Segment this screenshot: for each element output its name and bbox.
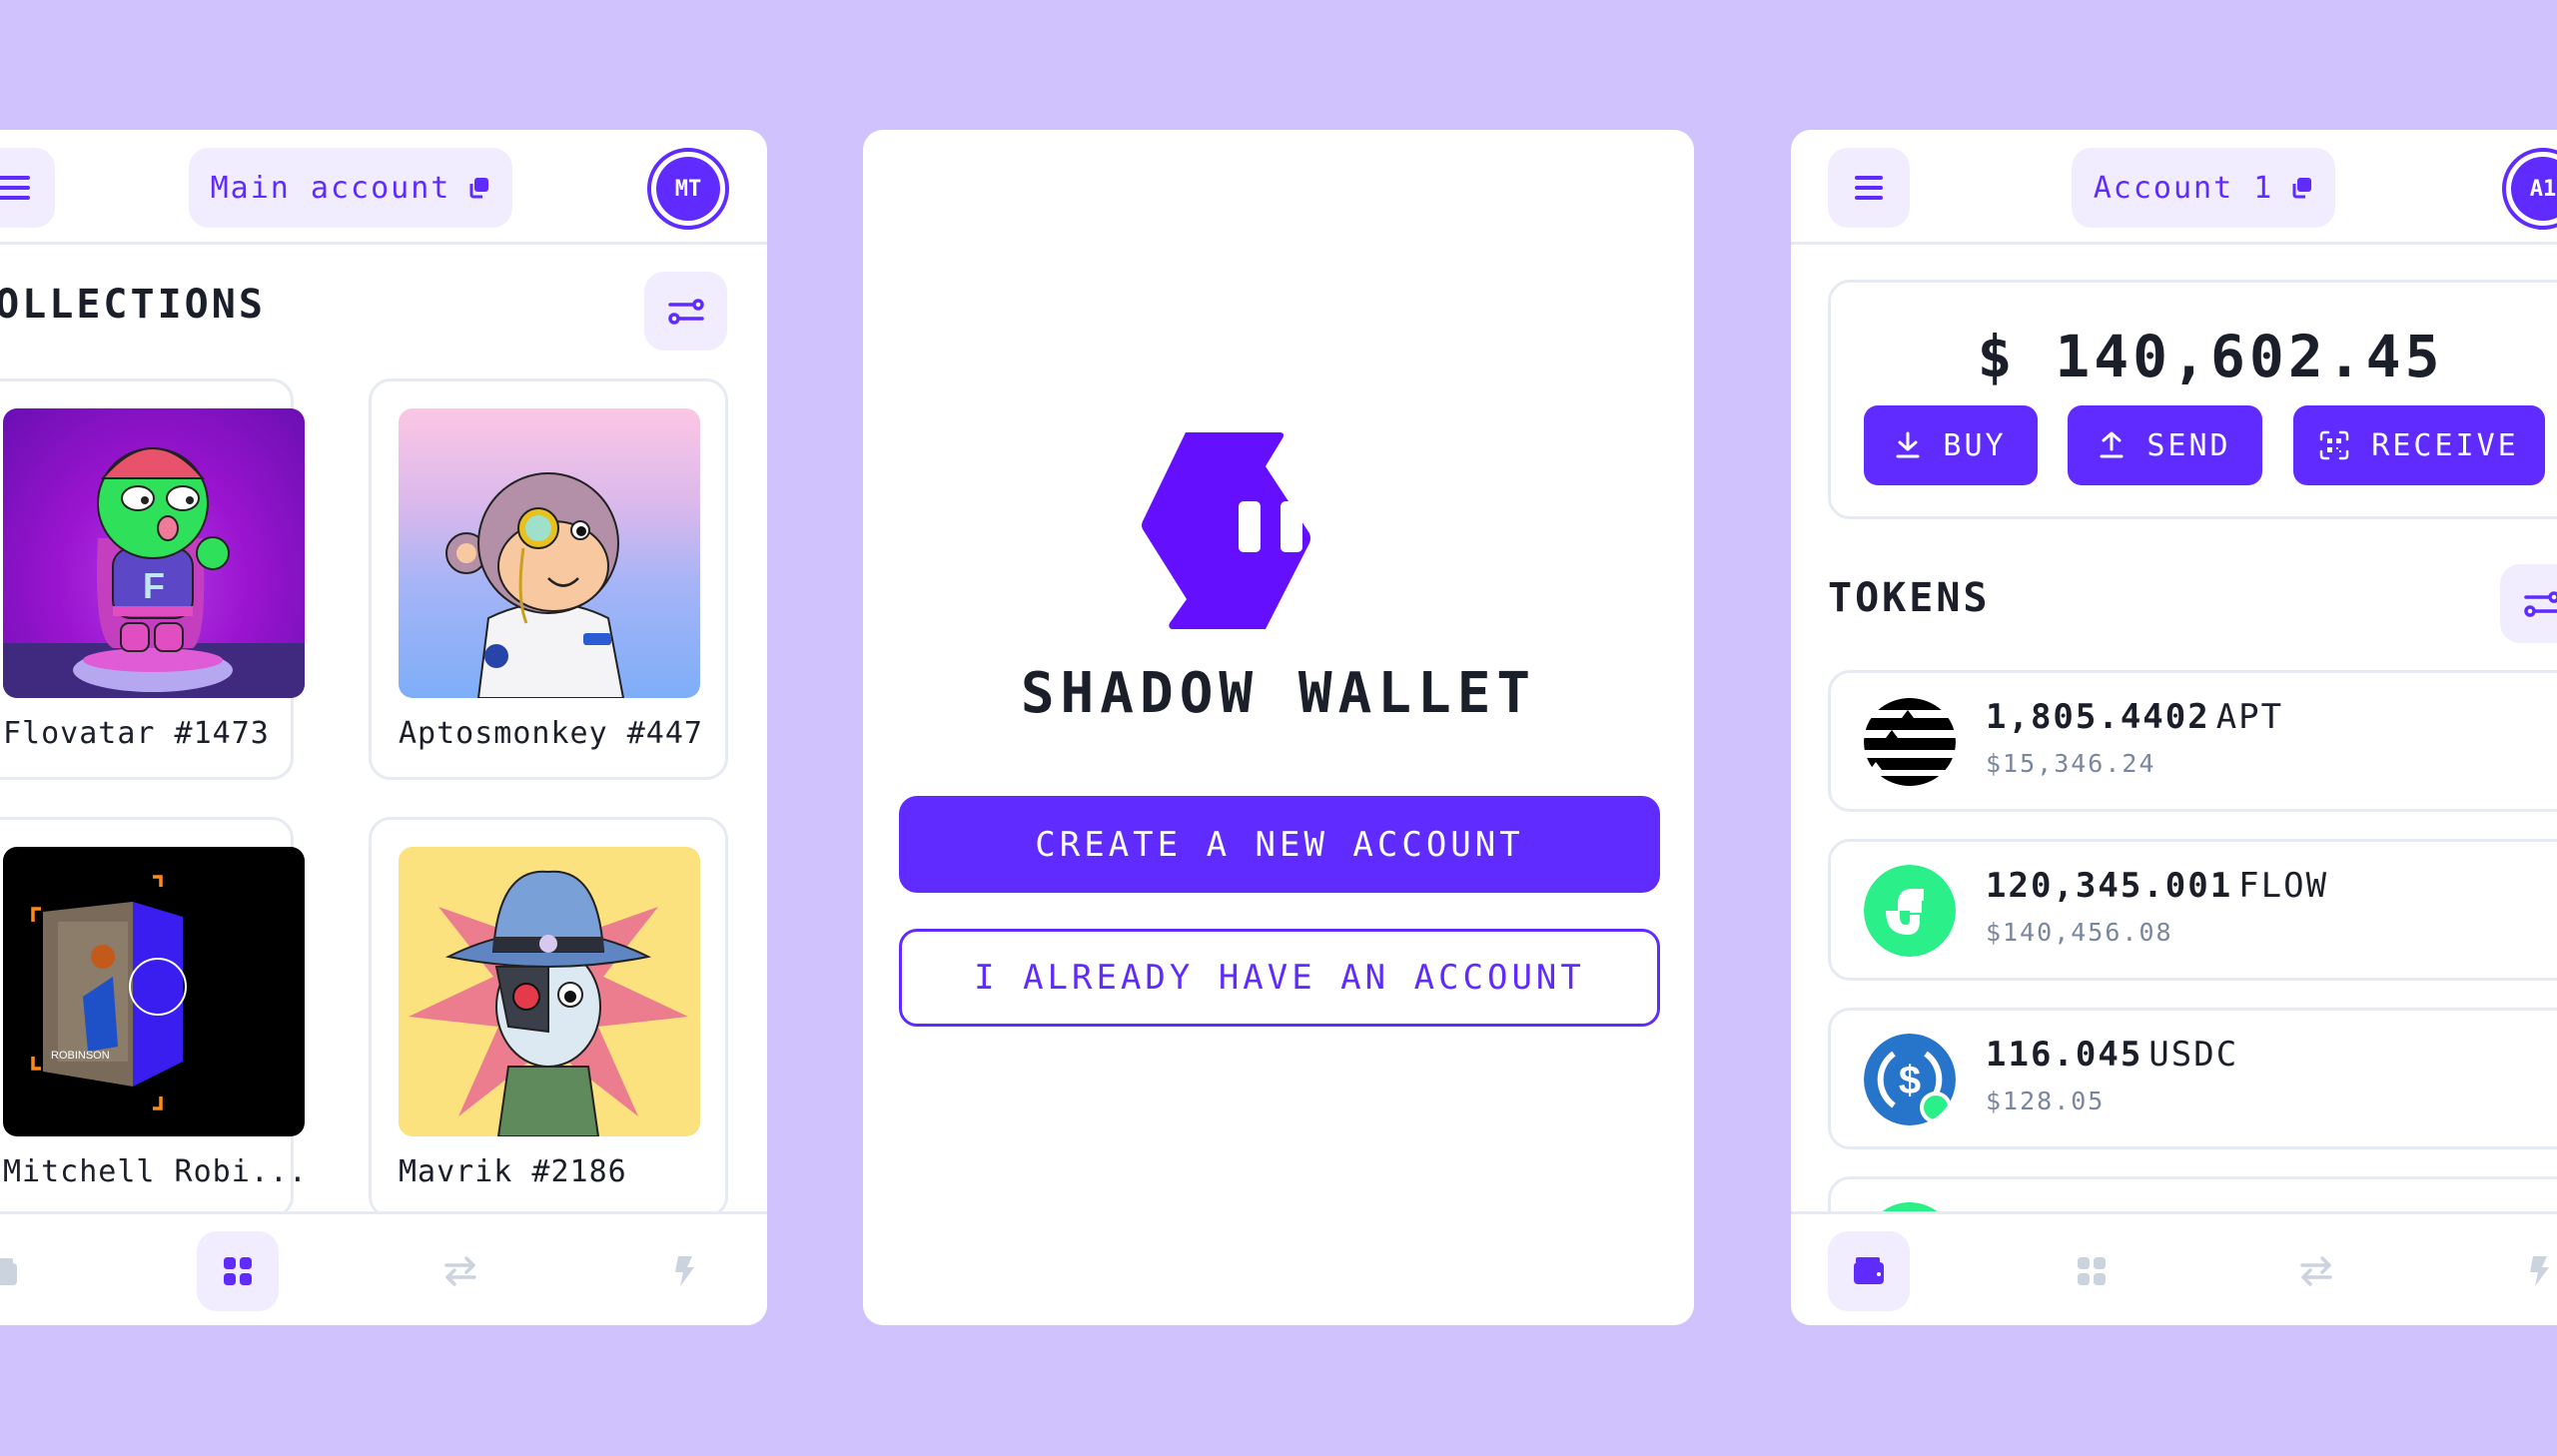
- bottom-nav: [0, 1211, 767, 1325]
- sliders-icon: [2523, 590, 2557, 617]
- nav-collections[interactable]: [2051, 1231, 2132, 1311]
- token-row-flow[interactable]: 120,345.001 FLOW $140,456.08: [1828, 839, 2557, 981]
- filter-button[interactable]: [644, 272, 727, 351]
- nav-activity[interactable]: [643, 1231, 725, 1311]
- topshot-moment-art: ROBINSON: [31, 875, 187, 1110]
- bolt-icon: [2530, 1256, 2549, 1286]
- nft-card[interactable]: Mavrik #2186: [369, 817, 728, 1218]
- shadow-wallet-logo: [1142, 432, 1310, 629]
- wallet-panel: Account 1 A1 $ 140,602.45 BUY SEND RECEI…: [1791, 130, 2557, 1325]
- sliders-icon: [667, 298, 704, 325]
- qr-scan-icon: [2320, 430, 2349, 460]
- menu-button[interactable]: [1828, 148, 1910, 228]
- account-avatar[interactable]: MT: [647, 148, 729, 230]
- hamburger-icon: [1855, 176, 1883, 200]
- nft-card[interactable]: ROBINSON Mitchell Robi...: [0, 817, 307, 1218]
- existing-account-button[interactable]: I ALREADY HAVE AN ACCOUNT: [899, 929, 1660, 1027]
- account-name: Main account: [210, 170, 451, 206]
- send-label: SEND: [2146, 427, 2231, 463]
- top-bar: Account 1 A1: [1791, 130, 2557, 245]
- flovatar-art: F: [3, 447, 305, 698]
- collections-title: COLLECTIONS: [0, 282, 266, 328]
- nft-image-mavrik: [399, 847, 700, 1136]
- grid-icon: [2078, 1257, 2106, 1285]
- filter-button[interactable]: [2500, 564, 2557, 643]
- top-bar: Main account MT: [0, 130, 767, 245]
- aptosmonkey-art: [445, 472, 625, 698]
- nft-name: Mavrik #2186: [399, 1154, 627, 1189]
- nav-wallet[interactable]: [1828, 1231, 1910, 1311]
- account-name: Account 1: [2093, 170, 2274, 206]
- wallet-icon: [1854, 1257, 1884, 1284]
- svg-text:F: F: [143, 565, 165, 606]
- nav-wallet[interactable]: [0, 1231, 43, 1311]
- menu-button[interactable]: [0, 148, 55, 228]
- token-usd-value: $128.05: [1986, 1087, 2106, 1115]
- token-row-usdc[interactable]: $ 116.045 USDC $128.05: [1828, 1008, 2557, 1149]
- token-usd-value: $15,346.24: [1986, 749, 2156, 778]
- nav-collections[interactable]: [197, 1231, 279, 1311]
- nft-card[interactable]: F Flovatar #1473: [0, 378, 305, 780]
- bottom-nav: [1791, 1211, 2557, 1325]
- hamburger-icon: [0, 176, 30, 200]
- receive-button[interactable]: RECEIVE: [2293, 405, 2545, 485]
- nft-image-aptosmonkey: [399, 408, 700, 698]
- nft-card[interactable]: Aptosmonkey #447: [369, 378, 728, 780]
- nft-name: Flovatar #1473: [3, 716, 270, 751]
- total-balance: $ 140,602.45: [1977, 323, 2444, 390]
- copy-icon[interactable]: [466, 176, 490, 200]
- wallet-icon: [0, 1258, 17, 1285]
- nav-swap[interactable]: [2275, 1231, 2357, 1311]
- avatar-initials: MT: [656, 157, 720, 221]
- bolt-icon: [675, 1256, 694, 1286]
- collections-panel: Main account MT COLLECTIONS F: [0, 130, 767, 1325]
- create-account-button[interactable]: CREATE A NEW ACCOUNT: [899, 796, 1660, 893]
- nav-swap[interactable]: [420, 1231, 501, 1311]
- aptos-logo-icon: [1864, 698, 1956, 786]
- nft-image-flovatar: F: [3, 408, 305, 698]
- token-amount: 116.045 USDC: [1986, 1035, 2239, 1075]
- onboarding-panel: SHADOW WALLET CREATE A NEW ACCOUNT I ALR…: [863, 130, 1694, 1325]
- token-amount: 120,345.001 FLOW: [1986, 866, 2329, 906]
- usdc-logo-icon: $: [1864, 1034, 1956, 1125]
- nav-activity[interactable]: [2498, 1231, 2557, 1311]
- mavrik-art: [409, 870, 688, 1136]
- receive-label: RECEIVE: [2371, 427, 2519, 463]
- account-selector[interactable]: Account 1: [2072, 148, 2335, 228]
- tokens-title: TOKENS: [1828, 575, 1991, 621]
- token-usd-value: $140,456.08: [1986, 918, 2173, 947]
- brand-name: SHADOW WALLET: [1020, 661, 1537, 726]
- download-icon: [1896, 431, 1920, 458]
- buy-button[interactable]: BUY: [1864, 405, 2038, 485]
- token-row-apt[interactable]: 1,805.4402 APT $15,346.24: [1828, 670, 2557, 812]
- avatar-initials: A1: [2511, 157, 2557, 221]
- account-selector[interactable]: Main account: [189, 148, 512, 228]
- grid-icon: [224, 1257, 252, 1285]
- nft-name: Aptosmonkey #447: [399, 716, 703, 751]
- buy-label: BUY: [1943, 427, 2007, 463]
- account-avatar[interactable]: A1: [2502, 148, 2557, 230]
- swap-icon: [444, 1256, 476, 1286]
- send-button[interactable]: SEND: [2068, 405, 2262, 485]
- copy-icon[interactable]: [2289, 176, 2313, 200]
- svg-text:ROBINSON: ROBINSON: [51, 1050, 110, 1062]
- token-amount: 1,805.4402 APT: [1986, 697, 2284, 737]
- balance-card: $ 140,602.45 BUY SEND RECEIVE: [1828, 280, 2557, 519]
- nft-name: Mitchell Robi...: [3, 1154, 308, 1189]
- swap-icon: [2300, 1256, 2332, 1286]
- flow-logo-icon: [1864, 865, 1956, 957]
- upload-icon: [2100, 431, 2124, 458]
- svg-text:$: $: [1899, 1059, 1921, 1102]
- nft-image-mitchell-robinson: ROBINSON: [3, 847, 305, 1136]
